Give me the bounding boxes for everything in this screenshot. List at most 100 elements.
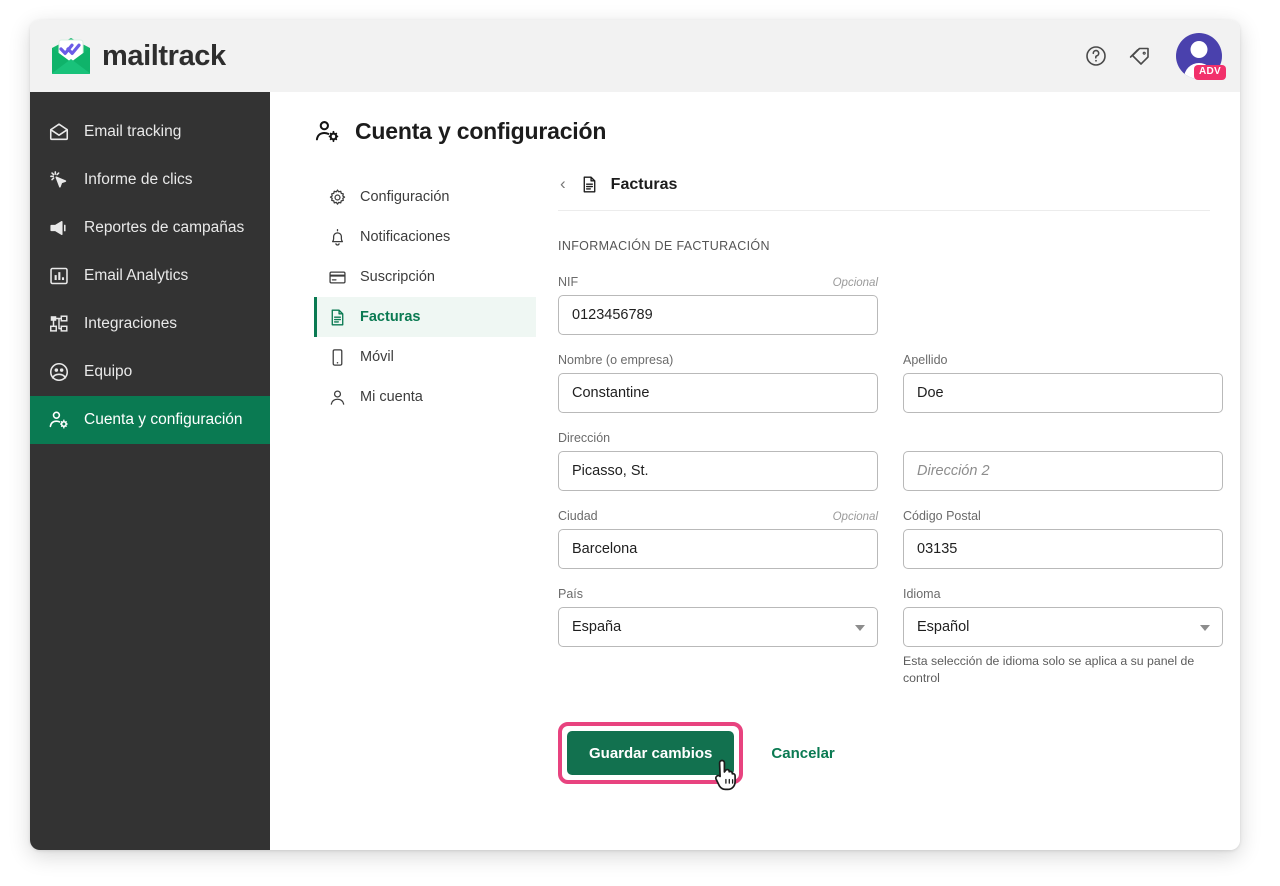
sidebar-item-label: Equipo [84, 363, 133, 380]
sidebar-item-label: Integraciones [84, 315, 178, 332]
sidebar-item-email-analytics[interactable]: Email Analytics [30, 252, 270, 300]
save-button-highlight: Guardar cambios [558, 722, 744, 791]
chevron-left-icon[interactable]: ‹ [558, 175, 568, 194]
subnav-item-label: Móvil [360, 349, 394, 365]
chevron-down-icon [855, 625, 865, 631]
facturas-panel: ‹ Facturas INFORMACIÓN DE FACTURACIÓN NI… [536, 175, 1223, 791]
bar-chart-icon [50, 267, 68, 285]
field-label: NIF [558, 275, 579, 289]
mailtrack-envelope-checkmarks-icon [52, 38, 90, 74]
app-window: mailtrack ADV Email tracking Informe de … [30, 20, 1240, 850]
user-gear-icon [49, 411, 68, 429]
sidebar-item-email-tracking[interactable]: Email tracking [30, 108, 270, 156]
settings-subnav: Configuración Notificaciones Suscripción… [314, 175, 536, 784]
direccion-input[interactable] [558, 451, 878, 491]
field-direccion-2 [903, 431, 1223, 491]
idioma-selected-value: Español [917, 619, 970, 635]
sidebar-item-reportes-de-campanas[interactable]: Reportes de campañas [30, 204, 270, 252]
form-row-nif: NIF Opcional [558, 275, 1210, 335]
field-label: Código Postal [903, 509, 981, 523]
sidebar-item-informe-de-clics[interactable]: Informe de clics [30, 156, 270, 204]
field-optional-tag: Opcional [832, 511, 878, 523]
direccion-2-input[interactable] [903, 451, 1223, 491]
subnav-item-label: Facturas [360, 309, 421, 325]
form-actions: Guardar cambios Cancelar [558, 722, 1210, 791]
field-label: País [558, 587, 584, 601]
subnav-item-configuracion[interactable]: Configuración [314, 177, 536, 217]
sidebar-item-integraciones[interactable]: Integraciones [30, 300, 270, 348]
people-circle-icon [49, 362, 69, 382]
envelope-icon [49, 123, 69, 141]
field-label: Ciudad [558, 509, 598, 523]
page-title-text: Cuenta y configuración [355, 118, 607, 144]
nombre-input[interactable] [558, 373, 878, 413]
subnav-item-facturas[interactable]: Facturas [314, 297, 536, 337]
sidebar-item-label: Informe de clics [84, 171, 193, 188]
subnav-item-label: Configuración [360, 189, 450, 205]
document-icon [331, 309, 344, 325]
price-tag-icon[interactable] [1128, 44, 1152, 68]
chevron-down-icon [1200, 625, 1210, 631]
user-gear-icon [315, 121, 339, 143]
section-label: INFORMACIÓN DE FACTURACIÓN [558, 239, 770, 253]
form-row-locale: País España Idioma Español Esta selecció… [558, 587, 1223, 686]
gear-icon [329, 188, 346, 205]
ciudad-input[interactable] [558, 529, 878, 569]
form-row-name: Nombre (o empresa) Apellido [558, 353, 1223, 413]
field-label: Idioma [903, 587, 941, 601]
nif-input[interactable] [558, 295, 878, 335]
person-icon [330, 389, 345, 405]
avatar[interactable]: ADV [1176, 33, 1226, 80]
subnav-item-notificaciones[interactable]: Notificaciones [314, 217, 536, 257]
field-direccion: Dirección [558, 431, 878, 491]
idioma-hint: Esta selección de idioma solo se aplica … [903, 654, 1195, 685]
main-content: Cuenta y configuración Configuración Not… [270, 92, 1240, 850]
bell-icon [331, 228, 344, 246]
idioma-select[interactable]: Español [903, 607, 1223, 647]
content-row: Configuración Notificaciones Suscripción… [314, 175, 1223, 791]
mobile-phone-icon [332, 348, 343, 366]
subnav-item-suscripcion[interactable]: Suscripción [314, 257, 536, 297]
megaphone-icon [50, 220, 66, 236]
subnav-item-label: Mi cuenta [360, 389, 423, 405]
brand-name: mailtrack [102, 39, 226, 72]
field-nombre: Nombre (o empresa) [558, 353, 878, 413]
brand-logo-group[interactable]: mailtrack [50, 36, 226, 76]
subnav-item-mi-cuenta[interactable]: Mi cuenta [314, 377, 536, 417]
subnav-item-movil[interactable]: Móvil [314, 337, 536, 377]
subnav-item-label: Notificaciones [360, 229, 451, 245]
apellido-input[interactable] [903, 373, 1223, 413]
sidebar: Email tracking Informe de clics Reportes… [30, 92, 270, 850]
credit-card-icon [329, 270, 346, 284]
codigo-postal-input[interactable] [903, 529, 1223, 569]
sidebar-item-label: Email tracking [84, 123, 182, 140]
panel-header: ‹ Facturas [558, 175, 1210, 211]
field-label: Nombre (o empresa) [558, 353, 674, 367]
panel-title: Facturas [610, 175, 678, 193]
sidebar-item-label: Reportes de campañas [84, 219, 245, 236]
field-ciudad: Ciudad Opcional [558, 509, 878, 569]
question-circle-icon[interactable] [1084, 44, 1108, 68]
click-cursor-icon [50, 171, 67, 188]
top-bar-actions: ADV [1084, 33, 1226, 80]
sidebar-item-label: Email Analytics [84, 267, 189, 284]
pais-selected-value: España [572, 619, 622, 635]
field-pais: País España [558, 587, 878, 686]
field-label: Apellido [903, 353, 948, 367]
save-button[interactable]: Guardar cambios [567, 731, 735, 776]
field-codigo-postal: Código Postal [903, 509, 1223, 569]
document-icon [583, 176, 596, 193]
top-bar: mailtrack ADV [30, 20, 1240, 92]
subnav-item-label: Suscripción [360, 269, 435, 285]
cancel-button[interactable]: Cancelar [765, 744, 840, 763]
sitemap-icon [50, 315, 68, 332]
sidebar-item-label: Cuenta y configuración [84, 411, 243, 428]
status-badge: ADV [1193, 65, 1226, 80]
form-row-city: Ciudad Opcional Código Postal [558, 509, 1223, 569]
sidebar-item-equipo[interactable]: Equipo [30, 348, 270, 396]
field-apellido: Apellido [903, 353, 1223, 413]
pais-select[interactable]: España [558, 607, 878, 647]
sidebar-item-cuenta-y-configuracion[interactable]: Cuenta y configuración [30, 396, 270, 444]
field-nif: NIF Opcional [558, 275, 878, 335]
page-title: Cuenta y configuración [314, 118, 1210, 145]
